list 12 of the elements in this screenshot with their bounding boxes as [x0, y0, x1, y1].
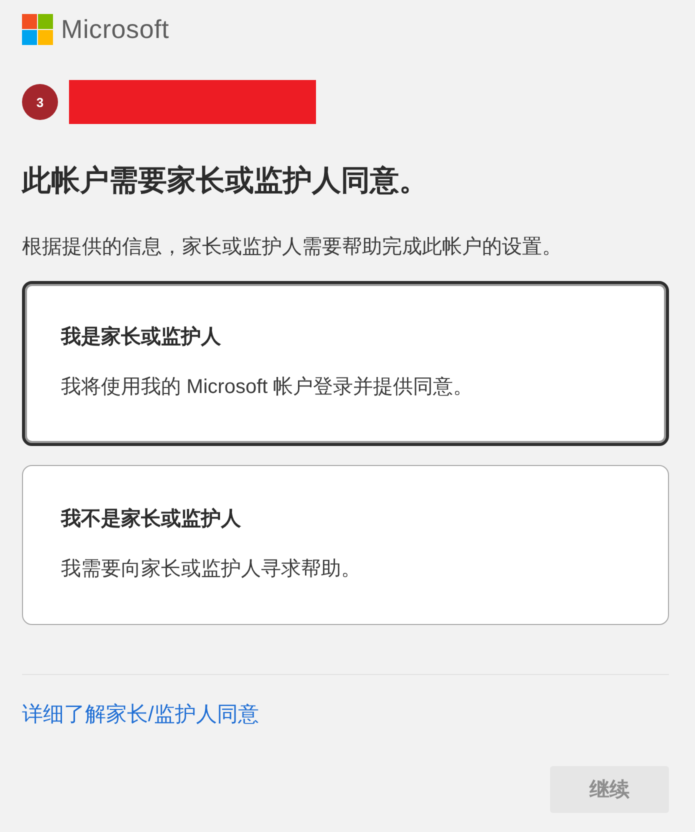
option-description: 我将使用我的 Microsoft 帐户登录并提供同意。 — [61, 375, 474, 400]
step-badge: 3 — [22, 84, 58, 120]
option-description: 我需要向家长或监护人寻求帮助。 — [61, 557, 362, 582]
page-heading: 此帐户需要家长或监护人同意。 — [22, 164, 429, 199]
learn-more-link[interactable]: 详细了解家长/监护人同意 — [22, 701, 259, 729]
four-squares-logo-icon — [22, 14, 53, 44]
option-card[interactable]: 我是家长或监护人 我将使用我的 Microsoft 帐户登录并提供同意。 — [22, 281, 669, 446]
option-title: 我不是家长或监护人 — [61, 506, 242, 532]
option-card[interactable]: 我不是家长或监护人 我需要向家长或监护人寻求帮助。 — [22, 465, 669, 625]
logo-text: Microsoft — [61, 13, 170, 45]
option-title: 我是家长或监护人 — [61, 324, 222, 350]
description-text: 根据提供的信息，家长或监护人需要帮助完成此帐户的设置。 — [22, 235, 563, 260]
